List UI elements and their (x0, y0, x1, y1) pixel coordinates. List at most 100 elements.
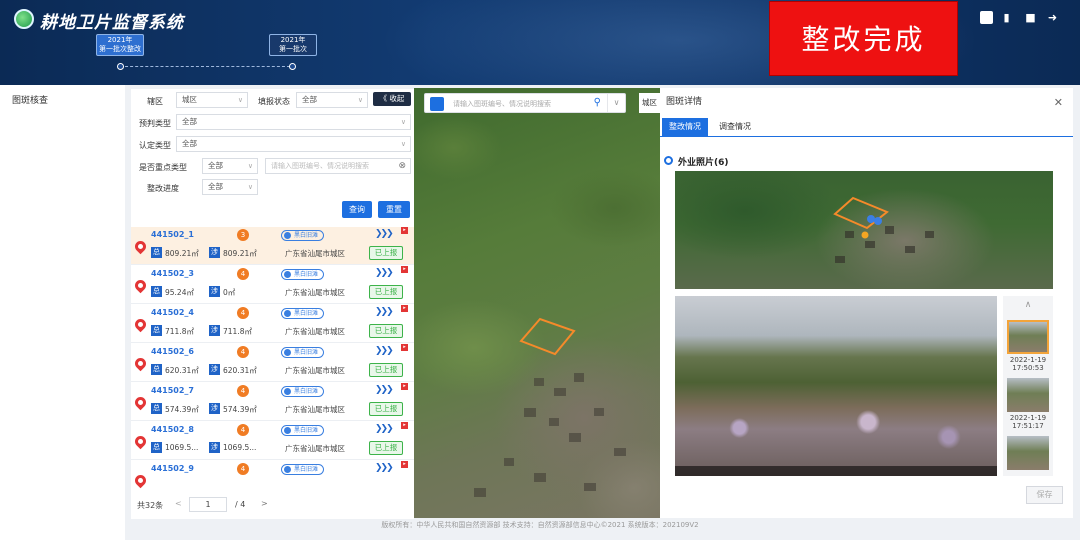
radio-icon (664, 156, 673, 165)
book-icon[interactable]: ▮ (1000, 11, 1013, 24)
table-row[interactable]: 441502_1 3 黑白旧滩 ❯❯❯ ▸ 总 809.21㎡涉 809.21㎡ 广东省汕尾市城… (131, 227, 414, 265)
plot-id[interactable]: 441502_3 (151, 269, 194, 278)
page-input[interactable]: 1 (189, 497, 227, 512)
report-status-select[interactable]: 全部 ∨ (296, 92, 368, 108)
total-area: 574.39㎡ (165, 405, 199, 414)
photo-foreground (675, 404, 997, 464)
category-tag: 黑白旧滩 (281, 425, 325, 436)
status-badge[interactable]: 已上报 (369, 402, 403, 416)
forward-arrows-icon[interactable]: ❯❯❯ (375, 463, 394, 473)
chevron-down-icon: ∨ (247, 183, 253, 191)
key-value: 全部 (208, 161, 223, 170)
table-row[interactable]: 441502_9 4 黑白旧滩 ❯❯❯ ▸ (131, 461, 414, 499)
category-tag: 黑白旧滩 (281, 308, 325, 319)
batch-item-2021-rectify[interactable]: 2021年 第一批次整改 (96, 34, 144, 56)
plot-id[interactable]: 441502_9 (151, 464, 194, 473)
total-area-badge: 总 (151, 364, 162, 375)
related-area-badge: 涉 (209, 325, 220, 336)
collapse-button[interactable]: 《 收起 (373, 92, 411, 106)
status-badge[interactable]: 已上报 (369, 363, 403, 377)
screen-icon[interactable] (980, 11, 993, 24)
table-row[interactable]: 441502_4 4 黑白旧滩 ❯❯❯ ▸ 总 711.8㎡涉 711.8㎡ 广东省汕尾市城区已… (131, 305, 414, 343)
clear-icon[interactable]: ⊗ (398, 159, 406, 173)
table-row[interactable]: 441502_6 4 黑白旧滩 ❯❯❯ ▸ 总 620.31㎡涉 620.31㎡ 广东省汕尾市城… (131, 344, 414, 382)
county-select[interactable]: 城区 ∨ (176, 92, 248, 108)
tab-rectify[interactable]: 整改情况 (662, 118, 708, 136)
chevron-up-icon[interactable]: ∧ (1003, 296, 1053, 314)
map-search-placeholder: 请输入图斑编号、情况说明搜索 (453, 100, 551, 108)
satellite-map[interactable] (414, 88, 660, 518)
prev-page-icon[interactable]: < (175, 499, 182, 508)
lock-icon[interactable]: ■ (1024, 11, 1037, 24)
photo-count-badge: 4 (237, 385, 249, 397)
location-pin-icon[interactable] (132, 316, 149, 333)
photo-count-badge: 4 (237, 307, 249, 319)
timeline-dot[interactable] (117, 63, 124, 70)
location-pin-icon[interactable] (132, 238, 149, 255)
chevron-down-icon[interactable]: ∨ (607, 94, 625, 112)
forward-arrows-icon[interactable]: ❯❯❯ (375, 229, 394, 239)
app-root: 耕地卫片监督系统 2021年 第一批次整改 2021年 第一批次 整改完成 ▮ … (0, 0, 1080, 540)
batch-year: 2021年 (280, 36, 306, 44)
photo-thumbnail[interactable] (1007, 320, 1049, 354)
key-select[interactable]: 全部 ∨ (202, 158, 258, 174)
photo-thumbnail[interactable] (1007, 378, 1049, 412)
tab-survey[interactable]: 调查情况 (712, 118, 758, 136)
county-value: 城区 (182, 95, 197, 104)
field-photo[interactable] (675, 296, 997, 476)
batch-item-2021-first[interactable]: 2021年 第一批次 (269, 34, 317, 56)
reset-button[interactable]: 重置 (378, 201, 410, 218)
page-count: / 4 (235, 500, 246, 509)
confirm-select[interactable]: 全部 ∨ (176, 136, 411, 152)
location-pin-icon[interactable] (132, 277, 149, 294)
satellite-thumbnail[interactable] (675, 171, 1053, 289)
flag-icon: ▸ (401, 266, 408, 273)
report-status-value: 全部 (302, 95, 317, 104)
village-blocks (474, 373, 626, 497)
plot-id[interactable]: 441502_6 (151, 347, 194, 356)
prejudge-select[interactable]: 全部 ∨ (176, 114, 411, 130)
map-city-select[interactable]: 城区 (639, 93, 661, 113)
table-row[interactable]: 441502_8 4 黑白旧滩 ❯❯❯ ▸ 总 1069.5... 涉 1069.5... 广东省… (131, 422, 414, 460)
plot-id[interactable]: 441502_8 (151, 425, 194, 434)
confirm-label: 认定类型 (139, 141, 171, 150)
logout-icon[interactable]: ➜ (1046, 11, 1059, 24)
forward-arrows-icon[interactable]: ❯❯❯ (375, 268, 394, 278)
total-area: 809.21㎡ (165, 249, 199, 258)
region-text: 广东省汕尾市城区 (285, 444, 345, 453)
status-badge[interactable]: 已上报 (369, 441, 403, 455)
photo-thumbnail[interactable] (1007, 436, 1049, 470)
nav-item-check[interactable]: 图斑核查 (12, 93, 48, 106)
rectify-select[interactable]: 全部 ∨ (202, 179, 258, 195)
flag-icon: ▸ (401, 461, 408, 468)
forward-arrows-icon[interactable]: ❯❯❯ (375, 346, 394, 356)
plot-id[interactable]: 441502_1 (151, 230, 194, 239)
plot-id[interactable]: 441502_7 (151, 386, 194, 395)
location-pin-icon[interactable] (132, 433, 149, 450)
table-row[interactable]: 441502_7 4 黑白旧滩 ❯❯❯ ▸ 总 574.39㎡涉 574.39㎡ 广东省汕尾市城… (131, 383, 414, 421)
forward-arrows-icon[interactable]: ❯❯❯ (375, 424, 394, 434)
status-badge[interactable]: 已上报 (369, 324, 403, 338)
search-icon[interactable]: ⚲ (594, 97, 601, 108)
query-button[interactable]: 查询 (342, 201, 372, 218)
location-pin-icon[interactable] (132, 472, 149, 489)
location-pin-icon[interactable] (132, 394, 149, 411)
total-area-badge: 总 (151, 247, 162, 258)
close-icon[interactable]: ✕ (1054, 96, 1063, 109)
location-pin-icon[interactable] (132, 355, 149, 372)
forward-arrows-icon[interactable]: ❯❯❯ (375, 385, 394, 395)
layers-icon[interactable] (430, 97, 444, 111)
total-area-badge: 总 (151, 442, 162, 453)
status-badge[interactable]: 已上报 (369, 246, 403, 260)
timeline-dot[interactable] (289, 63, 296, 70)
forward-arrows-icon[interactable]: ❯❯❯ (375, 307, 394, 317)
next-page-icon[interactable]: > (261, 499, 268, 508)
report-status-label: 填报状态 (258, 97, 290, 106)
table-row[interactable]: 441502_3 4 黑白旧滩 ❯❯❯ ▸ 总 95.24㎡ 涉 0㎡ 广东省汕尾市城区 已上报 (131, 266, 414, 304)
status-badge[interactable]: 已上报 (369, 285, 403, 299)
flag-icon: ▸ (401, 422, 408, 429)
plot-id[interactable]: 441502_4 (151, 308, 194, 317)
key-search-input[interactable]: 请输入图斑编号、情况说明搜索 ⊗ (265, 158, 411, 174)
map-search-input[interactable]: 请输入图斑编号、情况说明搜索 ⚲ ∨ (424, 93, 626, 113)
save-button[interactable]: 保存 (1026, 486, 1063, 504)
